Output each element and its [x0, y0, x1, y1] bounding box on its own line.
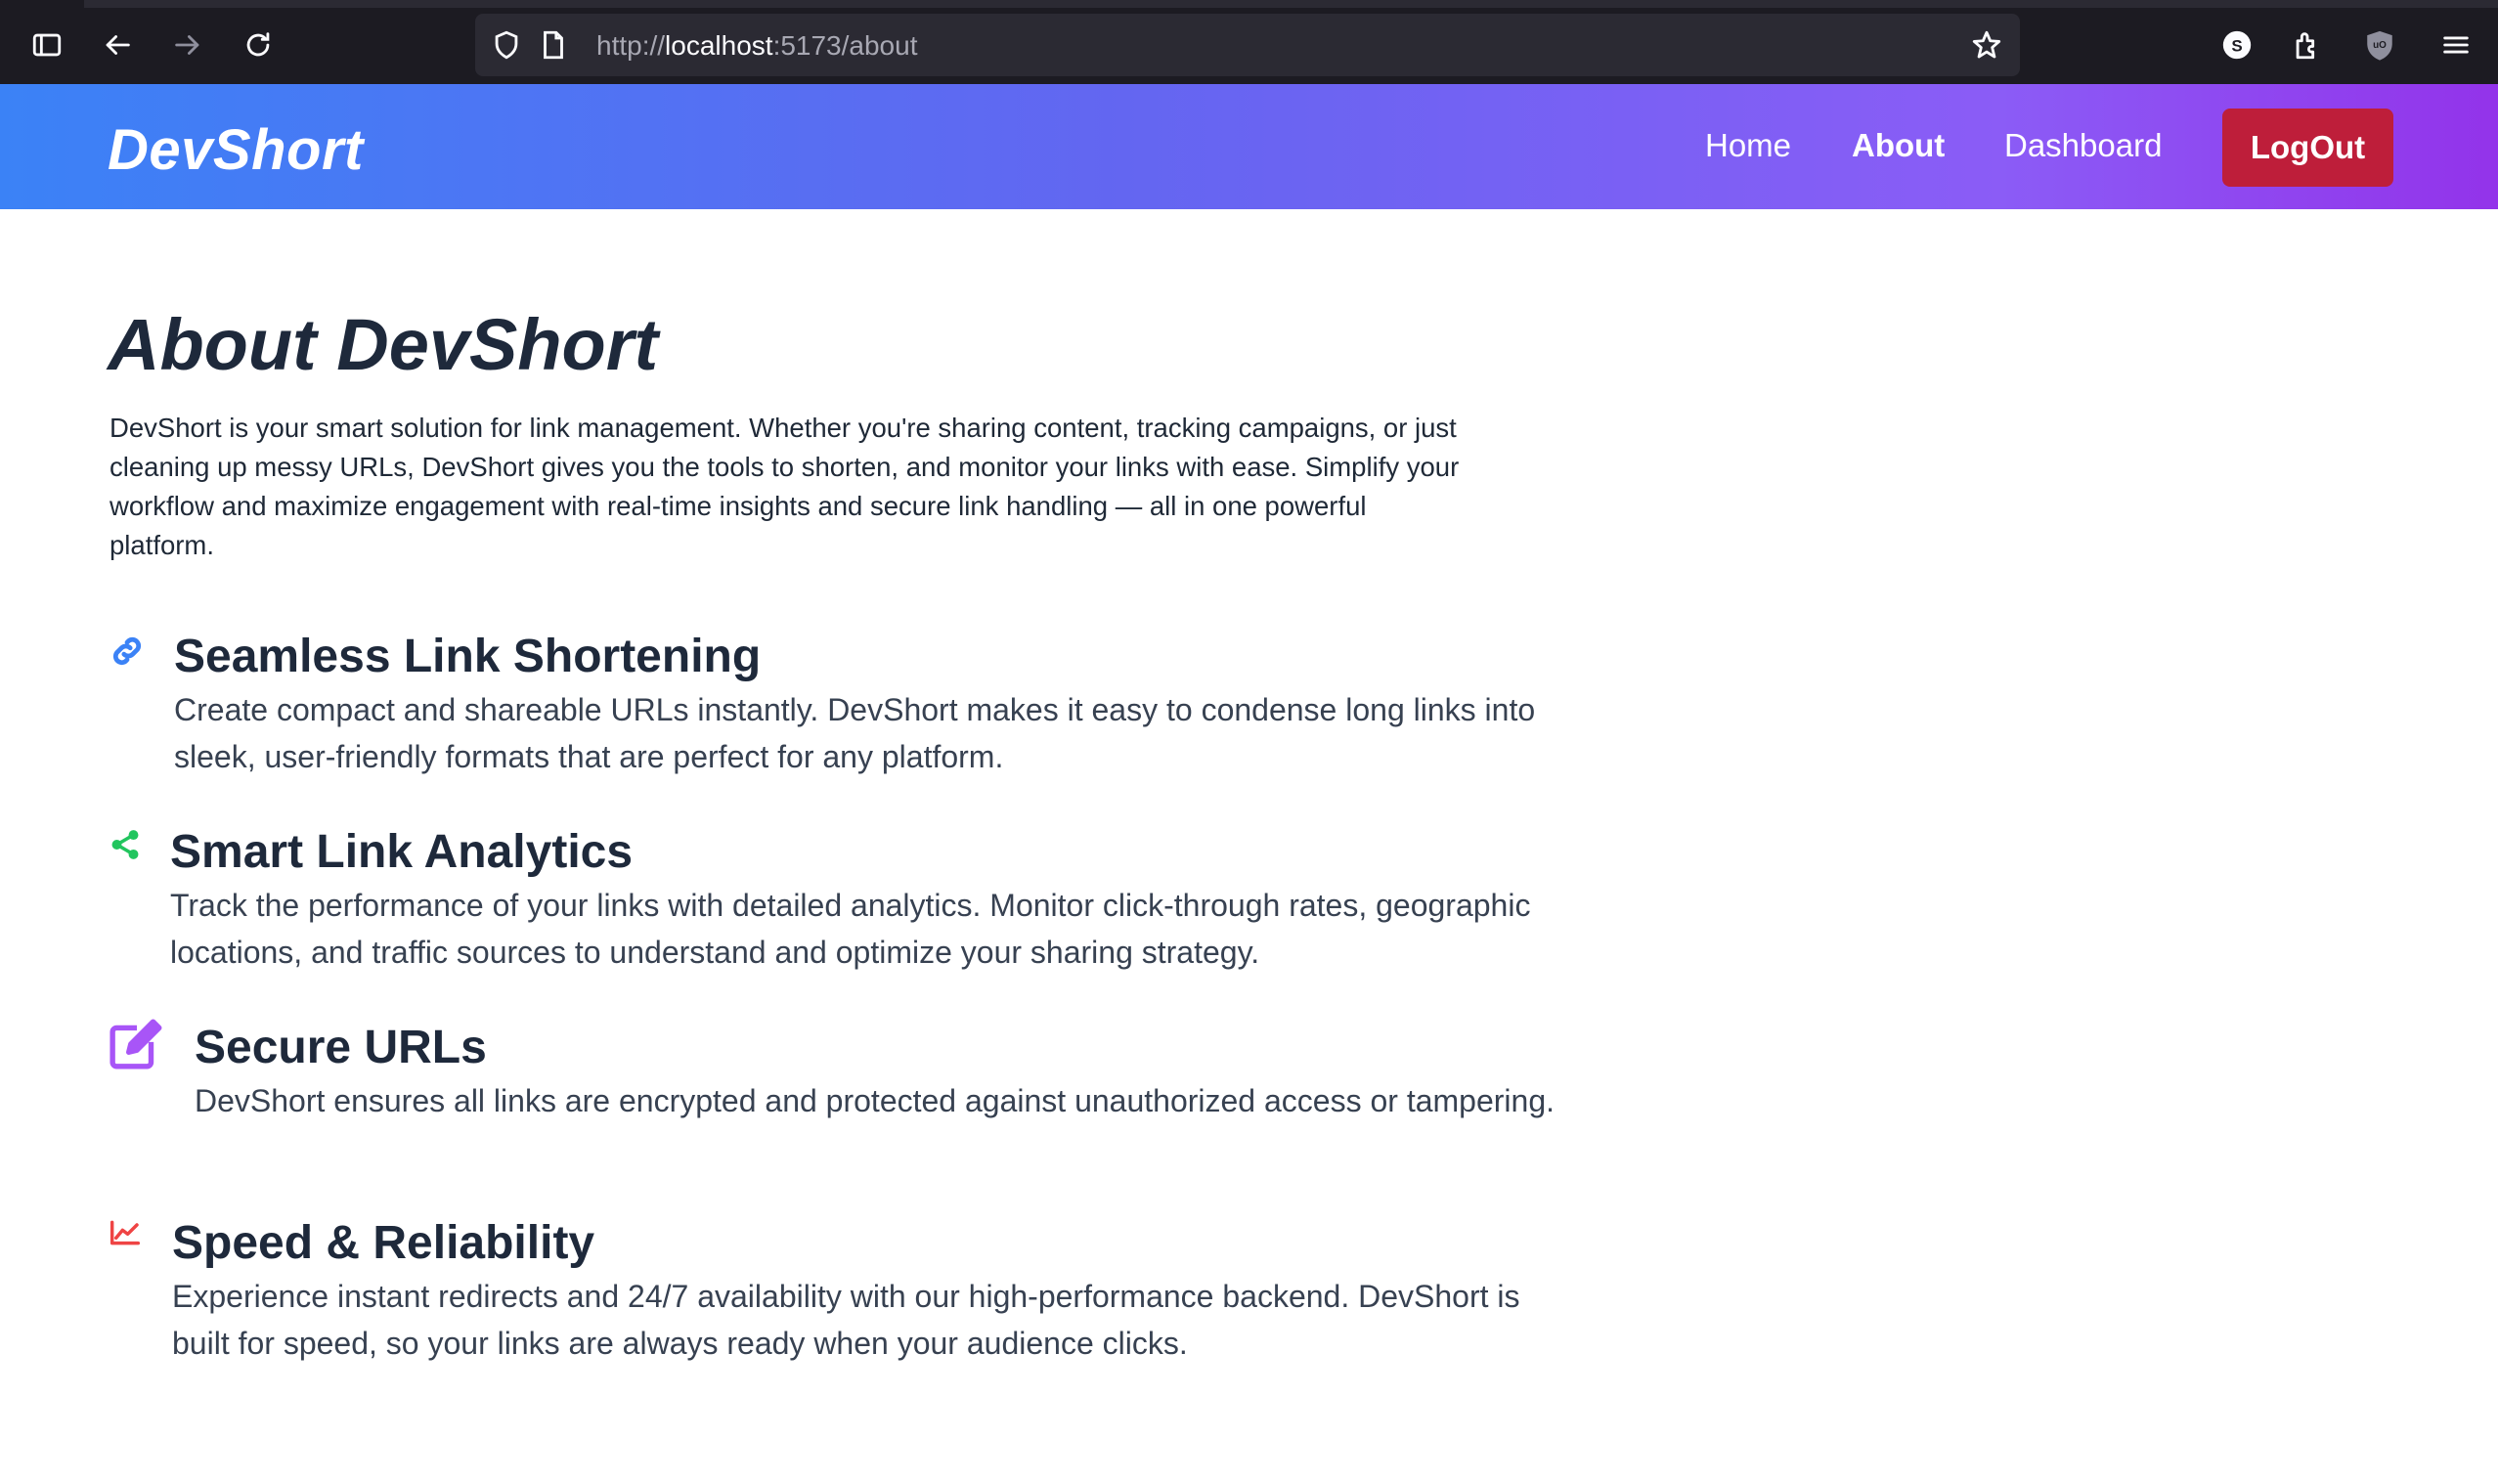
active-tab-indicator[interactable] [0, 0, 84, 8]
nav-link-about[interactable]: About [1852, 127, 1945, 164]
sidebar-icon[interactable] [29, 27, 65, 63]
back-icon[interactable] [100, 27, 135, 63]
extensions-icon[interactable] [2290, 27, 2325, 63]
nav-link-home[interactable]: Home [1705, 127, 1791, 164]
logout-button[interactable]: LogOut [2222, 109, 2393, 187]
shield-icon[interactable] [489, 27, 524, 63]
feature-description: Track the performance of your links with… [170, 888, 1531, 970]
feature-title: Smart Link Analytics [170, 826, 634, 878]
page-icon[interactable] [536, 27, 571, 63]
navbar: DevShort Home About Dashboard LogOut [0, 84, 2498, 209]
account-letter: S [2231, 36, 2242, 55]
page-title: About DevShort [108, 304, 659, 385]
feature-title: Speed & Reliability [172, 1217, 595, 1269]
browser-toolbar: http://localhost:5173/about S uO [0, 0, 2498, 84]
feature-description: Experience instant redirects and 24/7 av… [172, 1279, 1520, 1361]
url-scheme: http:// [596, 30, 666, 61]
ublock-icon[interactable]: uO [2362, 27, 2397, 63]
bookmark-star-icon[interactable] [1969, 27, 2004, 63]
url-bar[interactable]: http://localhost:5173/about [475, 14, 2020, 76]
svg-text:uO: uO [2373, 40, 2387, 51]
account-icon[interactable]: S [2219, 27, 2255, 63]
intro-paragraph: DevShort is your smart solution for link… [110, 413, 1460, 560]
feature-description: Create compact and shareable URLs instan… [174, 692, 1536, 774]
tab-strip [0, 0, 2498, 8]
url-text[interactable]: http://localhost:5173/about [596, 30, 917, 62]
nav-link-dashboard[interactable]: Dashboard [2004, 127, 2162, 164]
trend-chart-icon [108, 1216, 143, 1249]
feature-description: DevShort ensures all links are encrypted… [195, 1083, 1555, 1118]
share-icon [108, 825, 143, 864]
url-path: :5173/about [772, 30, 918, 61]
reload-icon[interactable] [241, 27, 276, 63]
forward-icon[interactable] [170, 27, 205, 63]
feature-title: Secure URLs [195, 1022, 487, 1073]
url-host: localhost [665, 30, 773, 61]
brand-logo[interactable]: DevShort [108, 117, 364, 183]
link-icon [108, 632, 147, 671]
feature-title: Seamless Link Shortening [174, 631, 762, 682]
menu-icon[interactable] [2438, 27, 2474, 63]
edit-icon [108, 1017, 166, 1071]
